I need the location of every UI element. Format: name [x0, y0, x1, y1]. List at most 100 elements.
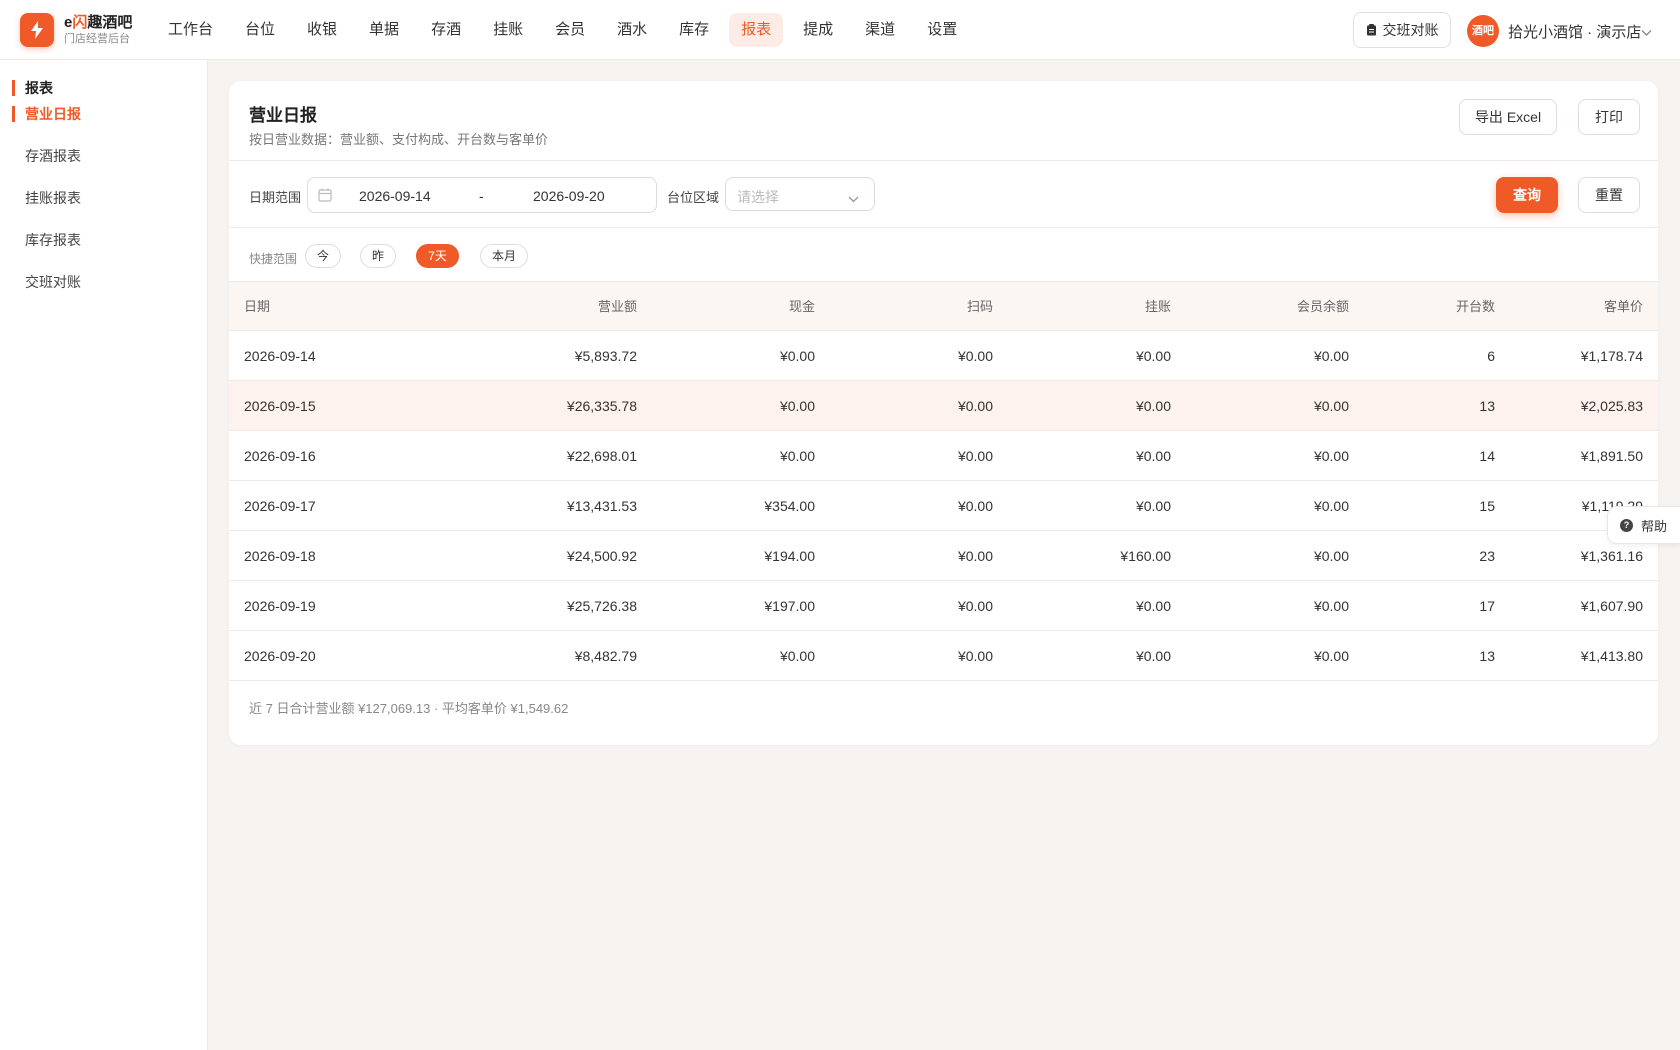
nav-item[interactable]: 收银	[295, 13, 349, 47]
nav-item[interactable]: 库存	[667, 13, 721, 47]
table-cell: ¥5,893.72	[574, 348, 637, 364]
table-cell: ¥25,726.38	[566, 598, 637, 614]
table-cell: ¥8,482.79	[574, 648, 637, 664]
top-bar: e闪趣酒吧 门店经营后台 工作台 台位 收银 单据 存酒 挂账 会员 酒水 库存 报表 提成 渠道 设置…	[0, 0, 1680, 60]
table-cell: 17	[1479, 598, 1495, 614]
table-cell: ¥197.00	[764, 598, 815, 614]
table-cell: 15	[1479, 498, 1495, 514]
help-button[interactable]: ? 帮助	[1607, 506, 1680, 544]
table-cell: ¥0.00	[1313, 398, 1349, 414]
column-header: 会员余额	[1296, 299, 1349, 314]
column-header: 客单价	[1603, 299, 1643, 314]
store-avatar[interactable]: 酒吧	[1467, 15, 1499, 47]
table-cell: 2026-09-19	[244, 598, 316, 614]
table-cell: ¥0.00	[1135, 448, 1171, 464]
table-cell: ¥0.00	[779, 448, 815, 464]
table-header: 日期 营业额 现金 扫码 挂账 会员余额 开台数 客单价	[229, 281, 1658, 331]
area-select-placeholder: 请选择	[737, 189, 779, 205]
quick-range-chip[interactable]: 本月	[480, 244, 528, 268]
nav-item[interactable]: 挂账	[481, 13, 535, 47]
nav-item[interactable]: 报表	[729, 13, 784, 47]
area-select[interactable]: 请选择	[725, 177, 875, 211]
nav-item[interactable]: 单据	[357, 13, 411, 47]
column-header: 开台数	[1455, 299, 1495, 314]
table-cell: 23	[1479, 548, 1495, 564]
table-cell: ¥0.00	[1313, 348, 1349, 364]
table-row[interactable]: 2026-09-15 ¥26,335.78 ¥0.00 ¥0.00 ¥0.00 ¥0.00…	[229, 381, 1658, 431]
table-cell: ¥160.00	[1120, 548, 1171, 564]
table-cell: ¥194.00	[764, 548, 815, 564]
quick-range-chip[interactable]: 7天	[416, 244, 459, 268]
print-button[interactable]: 打印	[1578, 99, 1640, 135]
table-cell: ¥22,698.01	[566, 448, 637, 464]
nav-item[interactable]: 设置	[915, 13, 969, 47]
table-cell: ¥0.00	[1313, 448, 1349, 464]
table-cell: ¥0.00	[957, 498, 993, 514]
export-excel-button[interactable]: 导出 Excel	[1459, 99, 1557, 135]
date-range-picker[interactable]: 2026-09-14 - 2026-09-20	[307, 177, 657, 213]
main-nav: 工作台 台位 收银 单据 存酒 挂账 会员 酒水 库存 报表 提成 渠道 设置	[156, 13, 977, 47]
table-cell: ¥0.00	[957, 398, 993, 414]
nav-item[interactable]: 渠道	[853, 13, 907, 47]
sidebar-item[interactable]: 挂账报表	[12, 190, 81, 206]
brand: e闪趣酒吧 门店经营后台	[64, 14, 132, 46]
table-row[interactable]: 2026-09-16 ¥22,698.01 ¥0.00 ¥0.00 ¥0.00 ¥0.00…	[229, 431, 1658, 481]
sidebar-item[interactable]: 营业日报	[12, 106, 81, 122]
reset-button[interactable]: 重置	[1578, 177, 1640, 213]
table-row[interactable]: 2026-09-17 ¥13,431.53 ¥354.00 ¥0.00 ¥0.00 ¥0.…	[229, 481, 1658, 531]
table-cell: ¥0.00	[1135, 348, 1171, 364]
table-cell: ¥1,413.80	[1580, 648, 1643, 664]
question-icon: ?	[1620, 518, 1633, 532]
quick-range-chip[interactable]: 昨	[360, 244, 396, 268]
table-cell: ¥1,891.50	[1580, 448, 1643, 464]
table-summary: 近 7 日合计营业额 ¥127,069.13 · 平均客单价 ¥1,549.62	[249, 701, 569, 716]
date-start-input[interactable]: 2026-09-14	[359, 188, 431, 204]
table-cell: 2026-09-15	[244, 398, 316, 414]
sidebar-item[interactable]: 库存报表	[12, 232, 81, 248]
nav-item[interactable]: 存酒	[419, 13, 473, 47]
table-cell: 2026-09-14	[244, 348, 316, 364]
lightning-logo-icon[interactable]	[20, 13, 54, 47]
date-range-label: 日期范围	[249, 190, 302, 205]
table-cell: ¥1,178.74	[1580, 348, 1643, 364]
nav-item[interactable]: 台位	[233, 13, 287, 47]
table-row[interactable]: 2026-09-19 ¥25,726.38 ¥197.00 ¥0.00 ¥0.00 ¥0.…	[229, 581, 1658, 631]
shift-reconcile-button[interactable]: 交班对账	[1353, 12, 1451, 48]
page-subtitle: 按日营业数据：营业额、支付构成、开台数与客单价	[249, 132, 549, 147]
table-cell: ¥0.00	[779, 648, 815, 664]
table-row[interactable]: 2026-09-18 ¥24,500.92 ¥194.00 ¥0.00 ¥160.00 ¥…	[229, 531, 1658, 581]
table-cell: 6	[1487, 348, 1495, 364]
store-name[interactable]: 拾光小酒馆 · 演示店	[1508, 21, 1641, 42]
column-header: 挂账	[1144, 299, 1171, 314]
table-cell: ¥1,607.90	[1580, 598, 1643, 614]
nav-item[interactable]: 工作台	[156, 13, 225, 47]
table-cell: 2026-09-16	[244, 448, 316, 464]
table-cell: ¥0.00	[1313, 498, 1349, 514]
sidebar-item[interactable]: 存酒报表	[12, 148, 81, 164]
calendar-icon	[318, 188, 332, 205]
table-cell: 2026-09-20	[244, 648, 316, 664]
table-row[interactable]: 2026-09-14 ¥5,893.72 ¥0.00 ¥0.00 ¥0.00 ¥0.00 6…	[229, 331, 1658, 381]
table-cell: ¥13,431.53	[566, 498, 637, 514]
nav-item[interactable]: 会员	[543, 13, 597, 47]
table-cell: 14	[1479, 448, 1495, 464]
table-cell: ¥0.00	[1135, 498, 1171, 514]
table-row[interactable]: 2026-09-20 ¥8,482.79 ¥0.00 ¥0.00 ¥0.00 ¥0.00 1…	[229, 631, 1658, 681]
brand-name: e闪趣酒吧	[64, 14, 133, 31]
daily-report-table: 日期 营业额 现金 扫码 挂账 会员余额 开台数 客单价 2026-09-14 ¥5,893.7…	[229, 281, 1658, 681]
table-cell: 2026-09-17	[244, 498, 316, 514]
table-cell: ¥0.00	[1135, 648, 1171, 664]
chevron-down-icon	[848, 190, 859, 206]
brand-subtitle: 门店经营后台	[64, 33, 130, 45]
quick-range-chip[interactable]: 今	[305, 244, 341, 268]
date-end-input[interactable]: 2026-09-20	[533, 188, 605, 204]
nav-item[interactable]: 酒水	[605, 13, 659, 47]
chevron-down-icon[interactable]	[1641, 24, 1652, 40]
table-cell: ¥2,025.83	[1580, 398, 1643, 414]
table-cell: ¥354.00	[764, 498, 815, 514]
sidebar-item[interactable]: 交班对账	[12, 274, 81, 290]
query-button[interactable]: 查询	[1496, 177, 1558, 213]
help-label: 帮助	[1641, 518, 1668, 534]
table-cell: 13	[1479, 398, 1495, 414]
nav-item[interactable]: 提成	[791, 13, 845, 47]
